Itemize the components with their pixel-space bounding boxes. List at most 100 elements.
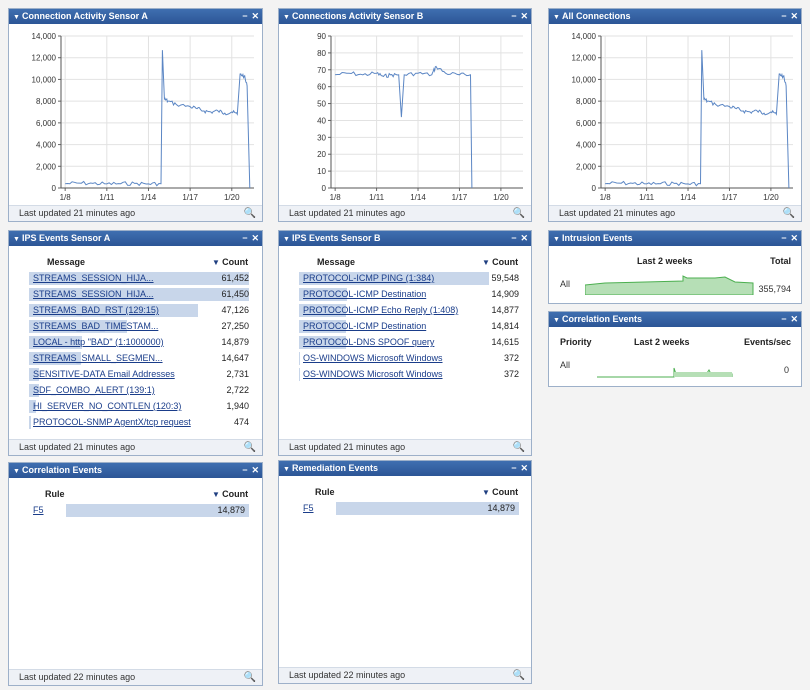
column-header-count[interactable]: ▼ Count: [482, 487, 518, 497]
list-item[interactable]: STREAMS_BAD_RST (129:15) 47,126: [29, 303, 249, 318]
minimize-icon[interactable]: −: [511, 11, 516, 21]
collapse-icon[interactable]: ▼: [553, 313, 562, 328]
event-message-link[interactable]: PROTOCOL-ICMP Destination: [303, 319, 479, 334]
sort-desc-icon: ▼: [212, 490, 223, 499]
x-tick-label: 1/14: [141, 193, 157, 202]
widget-header[interactable]: ▼ Correlation Events − ✕: [549, 312, 801, 327]
column-header-count[interactable]: ▼ Count: [212, 489, 248, 499]
event-message-link[interactable]: OS-WINDOWS Microsoft Windows: [303, 367, 479, 382]
magnifier-icon[interactable]: 🔍: [783, 206, 795, 221]
list-item[interactable]: LOCAL - http "BAD" (1:1000000) 14,879: [29, 335, 249, 350]
widget-header[interactable]: ▼ IPS Events Sensor B − ✕: [279, 231, 531, 246]
list-item[interactable]: STREAMS_SESSION_HIJA... 61,450: [29, 287, 249, 302]
list-item[interactable]: HI_SERVER_NO_CONTLEN (120:3) 1,940: [29, 399, 249, 414]
event-message-link[interactable]: LOCAL - http "BAD" (1:1000000): [33, 335, 209, 350]
magnifier-icon[interactable]: 🔍: [513, 668, 525, 683]
event-message-link[interactable]: PROTOCOL-ICMP Echo Reply (1:408): [303, 303, 479, 318]
event-count: 14,647: [221, 353, 249, 363]
close-icon[interactable]: ✕: [790, 11, 798, 21]
widget-header[interactable]: ▼ Remediation Events − ✕: [279, 461, 531, 476]
minimize-icon[interactable]: −: [781, 11, 786, 21]
widget-header[interactable]: ▼ Intrusion Events − ✕: [549, 231, 801, 246]
list-item[interactable]: PROTOCOL-DNS SPOOF query 14,615: [299, 335, 519, 350]
widget-header[interactable]: ▼ IPS Events Sensor A − ✕: [9, 231, 262, 246]
collapse-icon[interactable]: ▼: [13, 10, 22, 25]
event-message-link[interactable]: PROTOCOL-SNMP AgentX/tcp request: [33, 415, 209, 430]
list-item[interactable]: STREAMS_SESSION_HIJA... 61,452: [29, 271, 249, 286]
close-icon[interactable]: ✕: [520, 11, 528, 21]
column-header-count[interactable]: ▼ Count: [212, 257, 248, 267]
magnifier-icon[interactable]: 🔍: [244, 670, 256, 685]
event-message-link[interactable]: STREAMS_SESSION_HIJA...: [33, 271, 209, 286]
minimize-icon[interactable]: −: [781, 314, 786, 324]
widget-footer: Last updated 21 minutes ago 🔍: [9, 439, 262, 455]
magnifier-icon[interactable]: 🔍: [244, 206, 256, 221]
minimize-icon[interactable]: −: [511, 463, 516, 473]
list-item[interactable]: PROTOCOL-ICMP Echo Reply (1:408) 14,877: [299, 303, 519, 318]
table-row[interactable]: F5 14,879: [29, 503, 249, 518]
widget-header[interactable]: ▼ Connection Activity Sensor A − ✕: [9, 9, 262, 24]
count-bar: [29, 416, 31, 429]
rule-link[interactable]: F5: [33, 503, 44, 518]
close-icon[interactable]: ✕: [251, 465, 259, 475]
list-item[interactable]: SDF_COMBO_ALERT (139:1) 2,722: [29, 383, 249, 398]
widget-title: Connections Activity Sensor B: [292, 11, 424, 21]
close-icon[interactable]: ✕: [251, 11, 259, 21]
event-message-link[interactable]: SDF_COMBO_ALERT (139:1): [33, 383, 209, 398]
column-header-rule[interactable]: Rule: [315, 487, 335, 497]
column-header-rule[interactable]: Rule: [45, 489, 65, 499]
event-message-link[interactable]: STREAMS_SMALL_SEGMEN...: [33, 351, 209, 366]
x-tick-label: 1/11: [99, 193, 115, 202]
column-header-priority: Priority: [560, 337, 592, 347]
magnifier-icon[interactable]: 🔍: [244, 440, 256, 455]
widget-header[interactable]: ▼ Connections Activity Sensor B − ✕: [279, 9, 531, 24]
table-row[interactable]: F5 14,879: [299, 501, 519, 516]
close-icon[interactable]: ✕: [790, 314, 798, 324]
event-message-link[interactable]: HI_SERVER_NO_CONTLEN (120:3): [33, 399, 209, 414]
event-message-link[interactable]: STREAMS_BAD_RST (129:15): [33, 303, 209, 318]
close-icon[interactable]: ✕: [251, 233, 259, 243]
event-message-link[interactable]: STREAMS_SESSION_HIJA...: [33, 287, 209, 302]
list-item[interactable]: OS-WINDOWS Microsoft Windows 372: [299, 351, 519, 366]
y-tick-label: 12,000: [572, 54, 597, 63]
widget-header[interactable]: ▼ Correlation Events − ✕: [9, 463, 262, 478]
list-item[interactable]: PROTOCOL-SNMP AgentX/tcp request 474: [29, 415, 249, 430]
list-item[interactable]: OS-WINDOWS Microsoft Windows 372: [299, 367, 519, 382]
event-message-link[interactable]: PROTOCOL-DNS SPOOF query: [303, 335, 479, 350]
minimize-icon[interactable]: −: [511, 233, 516, 243]
event-count: 372: [503, 353, 519, 363]
list-item[interactable]: SENSITIVE-DATA Email Addresses 2,731: [29, 367, 249, 382]
collapse-icon[interactable]: ▼: [13, 232, 22, 247]
collapse-icon[interactable]: ▼: [283, 462, 292, 477]
list-item[interactable]: STREAMS_SMALL_SEGMEN... 14,647: [29, 351, 249, 366]
list-item[interactable]: PROTOCOL-ICMP Destination 14,814: [299, 319, 519, 334]
widget-header[interactable]: ▼ All Connections − ✕: [549, 9, 801, 24]
rule-link[interactable]: F5: [303, 501, 314, 516]
minimize-icon[interactable]: −: [242, 11, 247, 21]
magnifier-icon[interactable]: 🔍: [513, 206, 525, 221]
list-item[interactable]: PROTOCOL-ICMP PING (1:384) 59,548: [299, 271, 519, 286]
list-item[interactable]: PROTOCOL-ICMP Destination 14,909: [299, 287, 519, 302]
minimize-icon[interactable]: −: [781, 233, 786, 243]
magnifier-icon[interactable]: 🔍: [513, 440, 525, 455]
column-header-count[interactable]: ▼ Count: [482, 257, 518, 267]
close-icon[interactable]: ✕: [790, 233, 798, 243]
event-message-link[interactable]: STREAMS_BAD_TIMESTAM...: [33, 319, 209, 334]
close-icon[interactable]: ✕: [520, 233, 528, 243]
collapse-icon[interactable]: ▼: [13, 464, 22, 479]
minimize-icon[interactable]: −: [242, 233, 247, 243]
collapse-icon[interactable]: ▼: [283, 10, 292, 25]
event-count: 1,940: [226, 401, 249, 411]
event-message-link[interactable]: SENSITIVE-DATA Email Addresses: [33, 367, 209, 382]
column-header-message[interactable]: Message: [47, 257, 85, 267]
collapse-icon[interactable]: ▼: [553, 232, 562, 247]
close-icon[interactable]: ✕: [520, 463, 528, 473]
list-item[interactable]: STREAMS_BAD_TIMESTAM... 27,250: [29, 319, 249, 334]
minimize-icon[interactable]: −: [242, 465, 247, 475]
collapse-icon[interactable]: ▼: [553, 10, 562, 25]
event-message-link[interactable]: OS-WINDOWS Microsoft Windows: [303, 351, 479, 366]
column-header-message[interactable]: Message: [317, 257, 355, 267]
collapse-icon[interactable]: ▼: [283, 232, 292, 247]
event-message-link[interactable]: PROTOCOL-ICMP Destination: [303, 287, 479, 302]
event-message-link[interactable]: PROTOCOL-ICMP PING (1:384): [303, 271, 479, 286]
